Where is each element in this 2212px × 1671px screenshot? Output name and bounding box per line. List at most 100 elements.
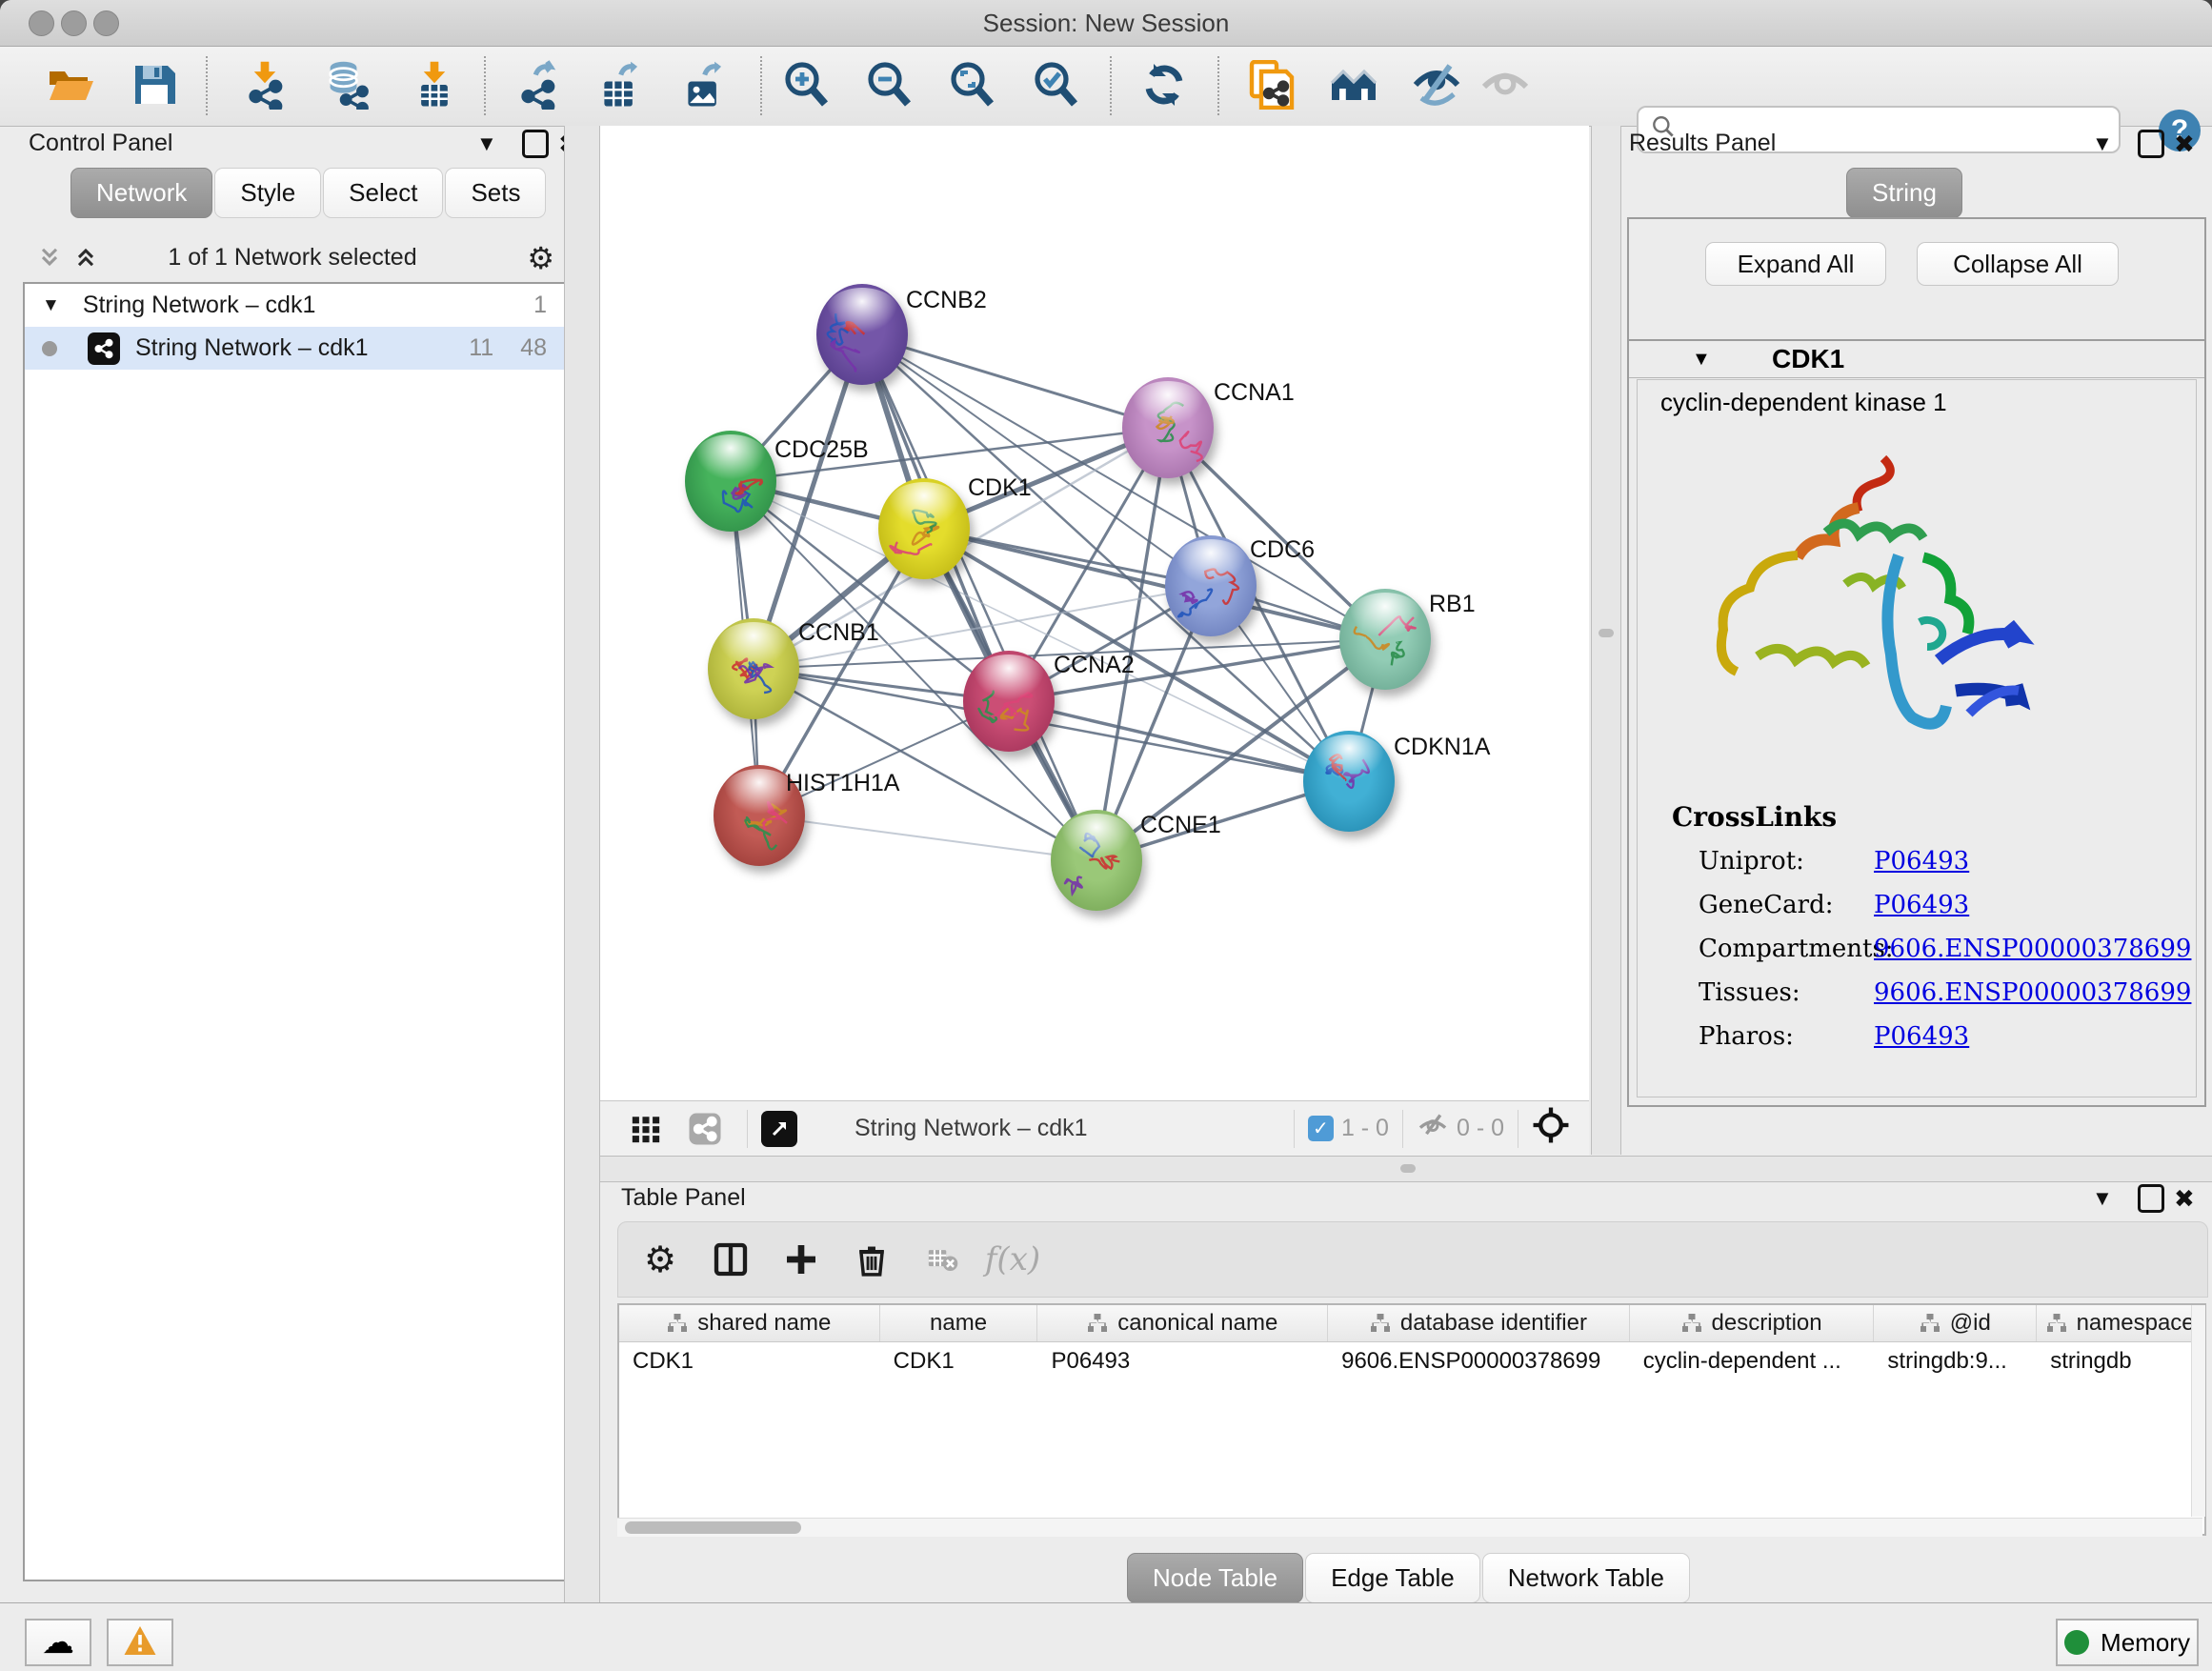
table-hscrollbar[interactable]	[617, 1518, 2202, 1537]
splitter-grip[interactable]	[1400, 1164, 1416, 1173]
refresh-view-button[interactable]	[1137, 60, 1191, 113]
zoom-in-button[interactable]	[779, 60, 833, 113]
node-CCNA2[interactable]	[963, 651, 1055, 752]
export-network-button[interactable]	[511, 60, 564, 113]
function-builder-icon[interactable]: f(x)	[984, 1231, 1041, 1288]
first-neighbors-button[interactable]	[1328, 60, 1381, 113]
control-panel-menu-button[interactable]: ▼	[476, 131, 497, 156]
results-panel-splitter[interactable]	[1591, 126, 1621, 1155]
splitter-grip[interactable]	[1599, 629, 1614, 637]
delete-column-icon[interactable]	[843, 1231, 900, 1288]
node-CCNB1[interactable]	[708, 618, 799, 719]
control-panel-float-button[interactable]	[522, 130, 549, 158]
table-cell[interactable]: CDK1	[619, 1342, 880, 1382]
table-cell[interactable]: P06493	[1037, 1342, 1328, 1382]
edge-HIST1H1A-CCNE1[interactable]	[759, 815, 1096, 860]
crosslink-link[interactable]: 9606.ENSP00000378699	[1874, 978, 2191, 1007]
column-header-name[interactable]: name	[880, 1305, 1038, 1341]
warnings-button[interactable]	[107, 1619, 173, 1666]
table-row[interactable]: CDK1CDK1P064939606.ENSP00000378699cyclin…	[619, 1342, 2204, 1382]
results-panel-menu-button[interactable]: ▼	[2092, 131, 2113, 156]
node-CDC6[interactable]	[1165, 535, 1257, 636]
table-cell[interactable]: CDK1	[880, 1342, 1038, 1382]
copy-style-button[interactable]	[1244, 60, 1297, 113]
node-CDKN1A[interactable]	[1303, 731, 1395, 832]
hscroll-thumb[interactable]	[625, 1521, 801, 1534]
protein-expander-icon[interactable]: ▼	[1692, 349, 1711, 371]
table-cell[interactable]: stringdb	[2037, 1342, 2204, 1382]
export-table-button[interactable]	[593, 60, 646, 113]
table-options-gear-icon[interactable]: ⚙	[632, 1231, 689, 1288]
import-network-file-button[interactable]	[238, 60, 292, 113]
protein-header[interactable]: ▼ CDK1	[1629, 341, 2204, 378]
hidden-count: 0 - 0	[1457, 1115, 1504, 1142]
network-options-gear-icon[interactable]: ⚙	[527, 240, 554, 276]
crosslink-link[interactable]: P06493	[1874, 847, 1969, 876]
column-header-@id[interactable]: @id	[1874, 1305, 2037, 1341]
delete-table-icon[interactable]	[914, 1231, 971, 1288]
expand-all-button[interactable]: Expand All	[1705, 242, 1886, 286]
table-cell[interactable]: stringdb:9...	[1874, 1342, 2037, 1382]
zoom-selected-icon	[1031, 60, 1080, 114]
column-header-database-identifier[interactable]: database identifier	[1328, 1305, 1630, 1341]
save-session-button[interactable]	[128, 60, 181, 113]
tab-style[interactable]: Style	[214, 168, 321, 218]
hidden-eye-icon[interactable]	[1417, 1109, 1449, 1148]
crosslink-link[interactable]: P06493	[1874, 1022, 1969, 1051]
tab-node-table[interactable]: Node Table	[1127, 1553, 1303, 1603]
table-panel-float-button[interactable]	[2138, 1184, 2164, 1213]
node-CDK1[interactable]	[878, 478, 970, 579]
network-share-icon[interactable]	[676, 1100, 734, 1158]
node-CCNA1[interactable]	[1122, 377, 1214, 478]
collection-expander-icon[interactable]: ▼	[42, 295, 60, 316]
table-panel-menu-button[interactable]: ▼	[2092, 1186, 2113, 1211]
add-column-icon[interactable]	[773, 1231, 830, 1288]
selected-checkbox[interactable]: ✓	[1308, 1116, 1334, 1141]
show-all-button[interactable]	[1478, 60, 1532, 113]
show-columns-icon[interactable]	[702, 1231, 759, 1288]
control-panel-splitter[interactable]	[564, 126, 600, 1602]
cloud-status-button[interactable]: ☁	[25, 1619, 91, 1666]
zoom-fit-button[interactable]	[945, 60, 998, 113]
crosslink-link[interactable]: P06493	[1874, 891, 1969, 919]
table-panel-close-button[interactable]: ✖	[2174, 1184, 2195, 1214]
table-panel-splitter[interactable]	[600, 1156, 2212, 1182]
tab-network-table[interactable]: Network Table	[1482, 1553, 1690, 1603]
collapse-all-button[interactable]: Collapse All	[1917, 242, 2119, 286]
memory-button[interactable]: Memory	[2056, 1619, 2199, 1666]
crosshair-icon[interactable]	[1532, 1106, 1570, 1151]
zoom-selected-button[interactable]	[1029, 60, 1082, 113]
open-session-button[interactable]	[44, 60, 97, 113]
table-vscrollbar[interactable]	[2191, 1305, 2205, 1517]
network-collection-row[interactable]: ▼ String Network – cdk1 1	[25, 284, 564, 327]
birdseye-view-icon[interactable]	[761, 1111, 797, 1147]
node-CCNB2[interactable]	[816, 284, 908, 385]
results-panel-close-button[interactable]: ✖	[2174, 130, 2195, 159]
column-header-namespace[interactable]: namespace	[2037, 1305, 2204, 1341]
edge-CCNA2-CDKN1A[interactable]	[1009, 701, 1349, 781]
node-CCNE1[interactable]	[1051, 810, 1142, 911]
import-network-database-button[interactable]	[320, 60, 373, 113]
grid-view-icon[interactable]	[617, 1100, 674, 1158]
column-header-description[interactable]: description	[1630, 1305, 1875, 1341]
tab-edge-table[interactable]: Edge Table	[1305, 1553, 1480, 1603]
crosslink-link[interactable]: 9606.ENSP00000378699	[1874, 935, 2191, 963]
table-cell[interactable]: 9606.ENSP00000378699	[1328, 1342, 1630, 1382]
tab-sets[interactable]: Sets	[445, 168, 546, 218]
column-header-shared-name[interactable]: shared name	[619, 1305, 880, 1341]
zoom-out-button[interactable]	[862, 60, 915, 113]
tab-network[interactable]: Network	[70, 168, 212, 218]
node-RB1[interactable]	[1339, 589, 1431, 690]
tab-string[interactable]: String	[1846, 168, 1962, 218]
network-canvas[interactable]: CCNB2CCNA1CDC25BCDK1CDC6RB1CCNB1CCNA2CDK…	[600, 126, 1589, 1100]
column-header-canonical-name[interactable]: canonical name	[1037, 1305, 1328, 1341]
tab-select[interactable]: Select	[323, 168, 443, 218]
node-CDC25B[interactable]	[685, 431, 776, 532]
export-image-button[interactable]	[676, 60, 730, 113]
network-row[interactable]: String Network – cdk1 11 48	[25, 327, 564, 370]
hide-selected-button[interactable]	[1410, 60, 1463, 113]
results-panel-float-button[interactable]	[2138, 130, 2164, 158]
table-cell[interactable]: cyclin-dependent ...	[1630, 1342, 1875, 1382]
import-table-file-button[interactable]	[408, 60, 461, 113]
selected-count: 1 - 0	[1341, 1115, 1389, 1142]
